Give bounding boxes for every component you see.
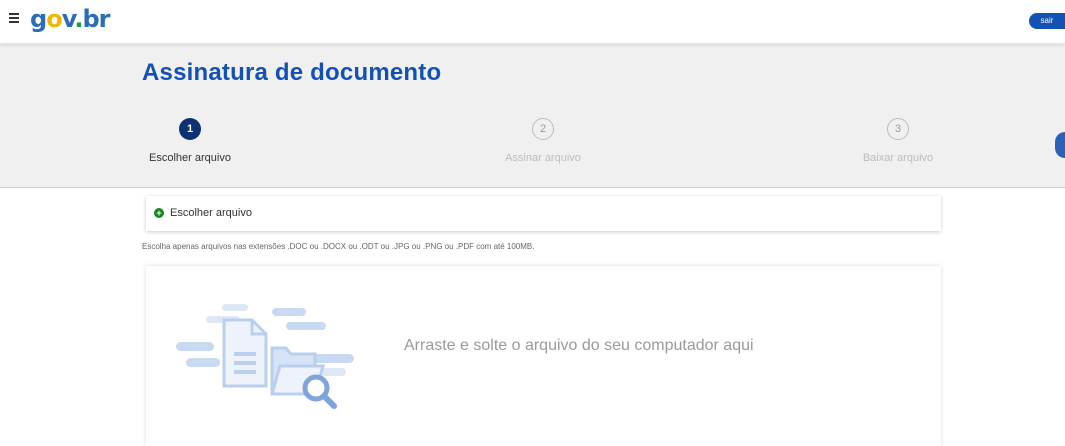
help-tab[interactable] xyxy=(1055,132,1065,158)
gov-br-logo[interactable]: gov.br xyxy=(30,4,111,34)
step-number: 2 xyxy=(532,118,554,140)
menu-icon[interactable] xyxy=(9,13,19,23)
drop-instruction: Arraste e solte o arquivo do seu computa… xyxy=(404,337,754,354)
upload-illustration xyxy=(176,304,354,409)
page-title: Assinatura de documento xyxy=(142,59,442,86)
plus-circle-icon: + xyxy=(154,208,164,218)
step-download-file: 3 Baixar arquivo xyxy=(850,118,946,164)
step-sign-file: 2 Assinar arquivo xyxy=(495,118,591,164)
top-bar: gov.br sair xyxy=(0,0,1065,44)
file-type-hint: Escolha apenas arquivos nas extensões .D… xyxy=(142,242,535,251)
logout-button[interactable]: sair xyxy=(1029,13,1065,29)
step-number: 1 xyxy=(179,118,201,140)
step-number: 3 xyxy=(887,118,909,140)
step-label: Assinar arquivo xyxy=(505,152,581,164)
step-choose-file: 1 Escolher arquivo xyxy=(142,118,238,164)
magnifier-icon xyxy=(302,374,337,409)
choose-file-panel-header[interactable]: + Escolher arquivo xyxy=(146,196,941,231)
file-drop-zone[interactable]: Arraste e solte o arquivo do seu computa… xyxy=(146,266,941,446)
step-label: Baixar arquivo xyxy=(862,152,934,164)
document-icon xyxy=(222,318,268,388)
steps-panel: Assinatura de documento 1 Escolher arqui… xyxy=(0,44,1065,188)
choose-file-label: Escolher arquivo xyxy=(170,207,252,219)
step-label: Escolher arquivo xyxy=(149,152,231,164)
